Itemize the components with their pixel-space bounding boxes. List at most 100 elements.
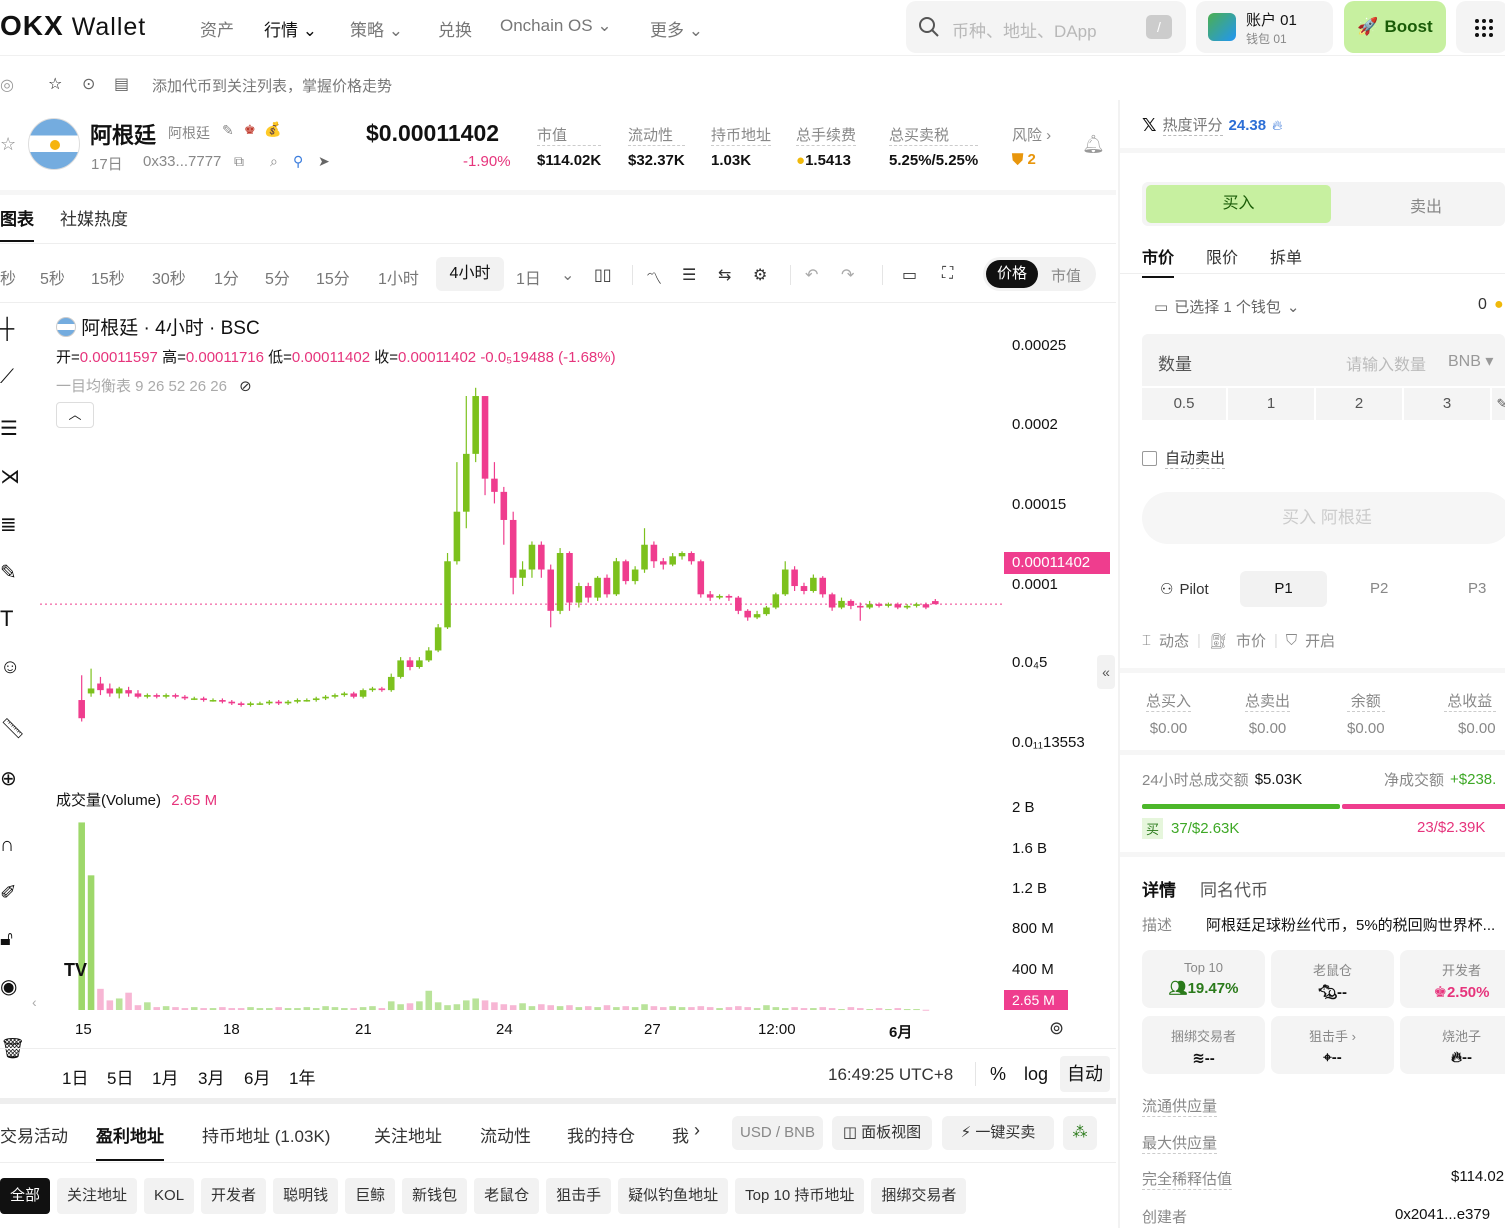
redo-icon[interactable]: ↷ xyxy=(841,265,854,285)
account-switcher[interactable]: 账户 01 钱包 01 xyxy=(1196,1,1333,53)
search-icon[interactable]: ⌕ xyxy=(270,153,278,170)
lock-draw-icon[interactable]: ✐ xyxy=(0,880,17,905)
doc-icon[interactable]: ▤ xyxy=(114,74,129,94)
filter-chip[interactable]: Top 10 持币地址 xyxy=(735,1178,865,1214)
tab-chart[interactable]: 图表 xyxy=(0,205,34,242)
holder-snipers[interactable]: 狙击手 › ⌖-- xyxy=(1271,1016,1394,1074)
range-6m[interactable]: 6月 xyxy=(244,1064,270,1089)
list-icon[interactable]: ☰ xyxy=(682,265,696,285)
candle-type-icon[interactable]: ▯▯ xyxy=(594,265,612,285)
chevron-right-icon[interactable]: › xyxy=(694,1120,700,1141)
preset-2[interactable]: 2 xyxy=(1316,388,1402,420)
layout-icon[interactable]: ▭ xyxy=(902,265,917,285)
filter-chip[interactable]: 新钱包 xyxy=(402,1178,468,1214)
edit-icon[interactable]: ✎ xyxy=(222,122,234,139)
creator-value[interactable]: 0x2041...e379 xyxy=(1395,1206,1490,1223)
ruler-icon[interactable]: 📏︎ xyxy=(0,716,25,741)
tf-4h[interactable]: 4小时 xyxy=(436,257,504,291)
tf-1m[interactable]: 1分 xyxy=(214,265,239,289)
tab-watch-addresses[interactable]: 关注地址 xyxy=(374,1122,442,1147)
percent-toggle[interactable]: % xyxy=(990,1064,1006,1085)
compass-icon[interactable]: ⊙ xyxy=(82,74,95,94)
preset-p2[interactable]: P2 xyxy=(1370,580,1388,597)
filter-chip[interactable]: 开发者 xyxy=(201,1178,267,1214)
tab-more[interactable]: 我 xyxy=(672,1122,689,1147)
target-icon[interactable]: ◎ xyxy=(0,75,14,95)
sell-tab[interactable]: 卖出 xyxy=(1410,193,1442,217)
range-3m[interactable]: 3月 xyxy=(198,1064,224,1089)
toggle-price[interactable]: 价格 xyxy=(986,260,1038,288)
bell-add-icon[interactable]: 🔔︎ xyxy=(1082,134,1105,155)
preset-0-5[interactable]: 0.5 xyxy=(1142,388,1226,420)
pilot-toggle[interactable]: ⚇ Pilot xyxy=(1160,580,1209,599)
nav-onchain-os[interactable]: Onchain OS ⌄ xyxy=(500,16,612,36)
stat-risk[interactable]: 风险 › ⛊ 2 xyxy=(1012,124,1051,168)
auto-sell-checkbox[interactable]: 自动卖出 xyxy=(1142,447,1226,469)
tf-1s[interactable]: 秒 xyxy=(0,265,16,289)
trendline-icon[interactable]: ⟋ xyxy=(0,366,14,389)
emoji-icon[interactable]: ☺ xyxy=(0,656,20,679)
range-1y[interactable]: 1年 xyxy=(289,1064,315,1089)
holder-dev[interactable]: 开发者 ♚2.50% xyxy=(1400,950,1505,1008)
tab-details[interactable]: 详情 xyxy=(1142,876,1176,901)
heat-score[interactable]: 𝕏 热度评分 24.38 🔥︎ xyxy=(1142,114,1282,136)
nav-assets[interactable]: 资产 xyxy=(200,16,234,41)
holder-top10[interactable]: Top 10 👥︎19.47% xyxy=(1142,950,1265,1008)
holder-burn[interactable]: 烧池子 🔥︎-- xyxy=(1400,1016,1505,1074)
range-1d[interactable]: 1日 xyxy=(62,1064,88,1089)
buy-tab[interactable]: 买入 xyxy=(1146,185,1331,223)
filter-chip[interactable]: 关注地址 xyxy=(57,1178,138,1214)
crosshair-icon[interactable]: ┼ xyxy=(0,318,14,341)
amount-input[interactable]: 数量 请输入数量 BNB ▾ xyxy=(1142,334,1505,386)
filter-chip[interactable]: 狙击手 xyxy=(546,1178,612,1214)
text-icon[interactable]: T xyxy=(0,606,13,632)
preset-options[interactable]: ⌶ 动态 | ⛽︎ 市价 | ⛉ 开启 xyxy=(1142,630,1335,651)
toggle-mcap[interactable]: 市值 xyxy=(1051,265,1081,286)
nav-market[interactable]: 行情 ⌄ xyxy=(264,16,317,41)
zoom-in-icon[interactable]: ⊕ xyxy=(0,766,17,791)
chevron-down-icon[interactable]: ⌄ xyxy=(561,265,574,285)
filter-chip[interactable]: 疑似钓鱼地址 xyxy=(618,1178,729,1214)
search-box[interactable]: 币种、地址、DApp / xyxy=(906,1,1186,53)
auto-toggle[interactable]: 自动 xyxy=(1060,1056,1110,1092)
apps-grid-button[interactable] xyxy=(1456,1,1505,53)
okx-logo[interactable]: OKX Wallet xyxy=(0,10,146,42)
brush-icon[interactable]: ✎ xyxy=(0,560,17,585)
amount-unit[interactable]: BNB ▾ xyxy=(1448,351,1493,371)
filter-chip[interactable]: 全部 xyxy=(0,1178,51,1214)
pattern-icon[interactable]: ⋊ xyxy=(0,464,20,489)
tab-my-positions[interactable]: 我的持仓 xyxy=(567,1122,635,1147)
nav-swap[interactable]: 兑换 xyxy=(438,16,472,41)
filter-chip[interactable]: 捆绑交易者 xyxy=(871,1178,967,1214)
lock-icon[interactable]: 🔓︎ xyxy=(0,928,13,951)
boost-button[interactable]: 🚀 Boost xyxy=(1344,1,1446,53)
user-icon[interactable]: ⚲ xyxy=(293,153,303,170)
magnet-icon[interactable]: ∩ xyxy=(0,834,14,857)
edit-presets-icon[interactable]: ✎ xyxy=(1492,388,1505,420)
collapse-left-icon[interactable]: ‹ xyxy=(32,994,37,1010)
currency-toggle[interactable]: USD / BNB xyxy=(732,1116,823,1150)
preset-p3[interactable]: P3 xyxy=(1468,580,1486,597)
tf-1h[interactable]: 1小时 xyxy=(378,265,419,289)
favorite-star-icon[interactable]: ☆ xyxy=(0,134,16,155)
clock[interactable]: 16:49:25 UTC+8 xyxy=(828,1065,953,1085)
copy-icon[interactable]: ⧉ xyxy=(234,153,244,170)
compare-icon[interactable]: ⇆ xyxy=(718,265,731,285)
tf-1d[interactable]: 1日 xyxy=(516,265,541,289)
telegram-icon[interactable]: ➤ xyxy=(318,153,330,170)
filter-chip[interactable]: 巨鲸 xyxy=(345,1178,396,1214)
resize-handle[interactable] xyxy=(0,1098,1116,1104)
tab-trade-activity[interactable]: 交易活动 xyxy=(0,1122,68,1147)
tab-profit-addresses[interactable]: 盈利地址 xyxy=(96,1122,164,1161)
panel-view-button[interactable]: ◫ 面板视图 xyxy=(832,1116,932,1150)
undo-icon[interactable]: ↶ xyxy=(805,265,818,285)
tf-15s[interactable]: 15秒 xyxy=(91,265,125,289)
price-chart[interactable] xyxy=(40,303,1115,1045)
tf-5s[interactable]: 5秒 xyxy=(40,265,65,289)
indicator-icon[interactable]: 〽 xyxy=(646,265,662,289)
tf-5m[interactable]: 5分 xyxy=(265,265,290,289)
one-click-trade-button[interactable]: ⚡ 一键买卖 xyxy=(942,1116,1054,1150)
eye-icon[interactable]: ◉ xyxy=(0,974,17,999)
range-1m[interactable]: 1月 xyxy=(152,1064,178,1089)
filter-chip[interactable]: 老鼠仓 xyxy=(474,1178,540,1214)
